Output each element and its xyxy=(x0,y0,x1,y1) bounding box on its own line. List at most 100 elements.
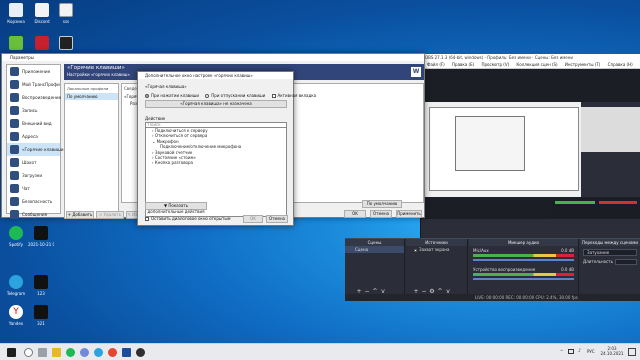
clock[interactable]: 2:03 24.10.2021 xyxy=(600,346,624,356)
scene-item[interactable]: Сцена xyxy=(345,246,404,253)
desktop-icon-nvidia[interactable] xyxy=(3,36,29,52)
add-profile-button[interactable]: + Добавить xyxy=(66,211,94,219)
desktop-icon-123[interactable]: 123 xyxy=(28,275,54,296)
leave-open-checkbox[interactable]: Оставить диалоговое окно открытым xyxy=(145,216,231,221)
duration-input[interactable] xyxy=(615,259,637,265)
ok-button[interactable]: OK xyxy=(344,210,366,218)
obs-menu-scene-collection[interactable]: Коллекция сцен (S) xyxy=(516,62,557,67)
hotkey-cancel-button[interactable]: Отмена xyxy=(266,215,288,223)
chat-icon xyxy=(10,184,19,193)
hotkey-group-label: «Горячая клавиша» xyxy=(145,84,187,89)
sidebar-item-downloads[interactable]: Загрузки xyxy=(7,169,60,182)
obs-taskbar-icon[interactable] xyxy=(136,348,145,357)
cancel-button[interactable]: Отмена xyxy=(370,210,392,218)
delete-profile-button[interactable]: × Удалить xyxy=(96,211,124,219)
desktop-icon-recycle-bin[interactable]: Корзина xyxy=(3,3,29,24)
radio-on-press-icon xyxy=(145,94,149,98)
preview-nested-meter xyxy=(555,201,595,204)
add-profile-label: Добавить xyxy=(72,212,93,217)
source-item[interactable]: Захват экрана xyxy=(406,246,467,253)
start-button-icon[interactable] xyxy=(7,348,16,357)
language-indicator[interactable]: РУС xyxy=(587,349,595,354)
tree-item-label: Подключение/отключение микрофона xyxy=(160,144,242,150)
obs-menu-edit[interactable]: Правка (E) xyxy=(452,62,474,67)
download-icon xyxy=(10,171,19,180)
actions-label: Действие xyxy=(145,116,166,121)
desktop-icon-valorant[interactable] xyxy=(29,36,55,52)
sidebar-item-record[interactable]: Запись xyxy=(7,104,60,117)
hotkey-ok-button[interactable]: OK xyxy=(243,215,263,223)
mixer-track-2-slider[interactable] xyxy=(473,278,574,280)
tray-chevron-icon[interactable]: ^ xyxy=(560,349,563,354)
sidebar-item-security[interactable]: Безопасность xyxy=(7,195,60,208)
mixer-track-1-name: Mic/Aux xyxy=(473,248,489,253)
volume-icon[interactable]: ♪ xyxy=(578,348,581,354)
mixer-track-1-slider[interactable] xyxy=(473,259,574,261)
desktop-icon-sss[interactable]: sss xyxy=(53,3,79,24)
sidebar-item-playback[interactable]: Воспроизведение xyxy=(7,91,61,104)
radio-on-press[interactable]: При нажатии клавиши xyxy=(145,93,199,98)
profile-item-default[interactable]: По умолчанию xyxy=(65,93,118,100)
speaker-icon xyxy=(10,93,19,102)
active-tab-label: Активная вкладка xyxy=(277,93,317,98)
assign-hotkey-button[interactable]: «Горячая клавиша» не назначена xyxy=(145,100,287,108)
settings-title: Параметры xyxy=(2,54,424,61)
obs-preview[interactable] xyxy=(421,69,640,219)
sidebar-item-messages[interactable]: Сообщения xyxy=(7,208,60,221)
notifications-icon[interactable] xyxy=(628,348,636,356)
telegram-taskbar-icon[interactable] xyxy=(94,348,103,357)
desktop-icon-spotify[interactable]: Spotify xyxy=(3,226,29,247)
desktop-icon-app[interactable] xyxy=(53,36,79,52)
task-view-icon[interactable] xyxy=(38,348,47,357)
apply-button[interactable]: Применить xyxy=(396,210,422,218)
preview-nested-hotkey xyxy=(455,116,525,171)
obs-menu-view[interactable]: Просмотр (V) xyxy=(481,62,509,67)
teamspeak-logo-icon: W xyxy=(411,67,421,77)
transition-select[interactable]: Затухание xyxy=(583,249,637,256)
active-tab-checkbox[interactable]: Активная вкладка xyxy=(271,93,317,98)
mixer-track-2-level: 0.0 dB xyxy=(561,267,574,272)
scenes-dock: Сцены Сцена + − ^ v xyxy=(345,239,405,301)
default-button[interactable]: По умолчанию xyxy=(362,200,402,208)
sidebar-item-appearance[interactable]: Внешний вид xyxy=(7,117,60,130)
network-icon[interactable] xyxy=(568,349,574,354)
obs-menu-help[interactable]: Справка (H) xyxy=(608,62,633,67)
discord-taskbar-icon[interactable] xyxy=(80,348,89,357)
yandex-taskbar-icon[interactable] xyxy=(108,348,117,357)
bookmark-icon xyxy=(10,132,19,141)
spotify-taskbar-icon[interactable] xyxy=(66,348,75,357)
radio-on-release[interactable]: При отпускании клавиши xyxy=(205,93,265,98)
tree-item-push-to-talk[interactable]: › Кнопка разговора xyxy=(146,160,286,165)
obs-menu-tools[interactable]: Инструменты (T) xyxy=(565,62,600,67)
show-more-actions-button[interactable]: ▼ Показать дополнительные действия xyxy=(145,202,207,214)
profiles-label: Локальные профили xyxy=(67,86,109,91)
sidebar-item-hotkeys[interactable]: «Горячие клавиши» xyxy=(7,143,66,156)
obs-menu-file[interactable]: Файл (F) xyxy=(427,62,445,67)
search-icon[interactable] xyxy=(24,348,33,357)
clock-date: 24.10.2021 xyxy=(600,351,624,356)
sidebar-item-addresses[interactable]: Адреса xyxy=(7,130,60,143)
preview-nested-dialog xyxy=(429,107,579,191)
source-visibility-icon[interactable] xyxy=(414,248,417,252)
desktop-icon-yandex[interactable]: Y Yandex xyxy=(3,305,29,326)
file-explorer-icon[interactable] xyxy=(52,348,61,357)
sources-dock-title: Источники xyxy=(406,239,467,246)
mixer-track-2: Устройство воспроизведения 0.0 dB xyxy=(469,263,578,284)
app-icon xyxy=(10,67,19,76)
scenes-dock-title: Сцены xyxy=(345,239,404,246)
desktop-icon-discord[interactable]: Discord xyxy=(29,3,55,24)
desktop-icon-video-file[interactable]: 2021-10-21 00-48-17 xyxy=(28,226,54,247)
desktop-icon-telegram[interactable]: Telegram xyxy=(3,275,29,296)
tree-item-label: Отключиться от сервера xyxy=(154,133,208,139)
sidebar-item-app[interactable]: Приложение xyxy=(7,65,60,78)
keyboard-icon xyxy=(10,145,19,154)
tree-item-label: Состояние «стоим» xyxy=(154,154,196,160)
sidebar-item-whisper[interactable]: Шахот xyxy=(7,156,60,169)
desktop-icon-321[interactable]: 321 xyxy=(28,305,54,326)
sidebar-item-profile[interactable]: Мой ТрансПрофи xyxy=(7,78,60,91)
message-icon xyxy=(10,210,19,219)
teamspeak-taskbar-icon[interactable] xyxy=(122,348,131,357)
sidebar-item-chat[interactable]: Чат xyxy=(7,182,60,195)
transitions-dock-title: Переходы между сценами xyxy=(580,239,640,246)
source-item-label: Захват экрана xyxy=(419,247,450,252)
